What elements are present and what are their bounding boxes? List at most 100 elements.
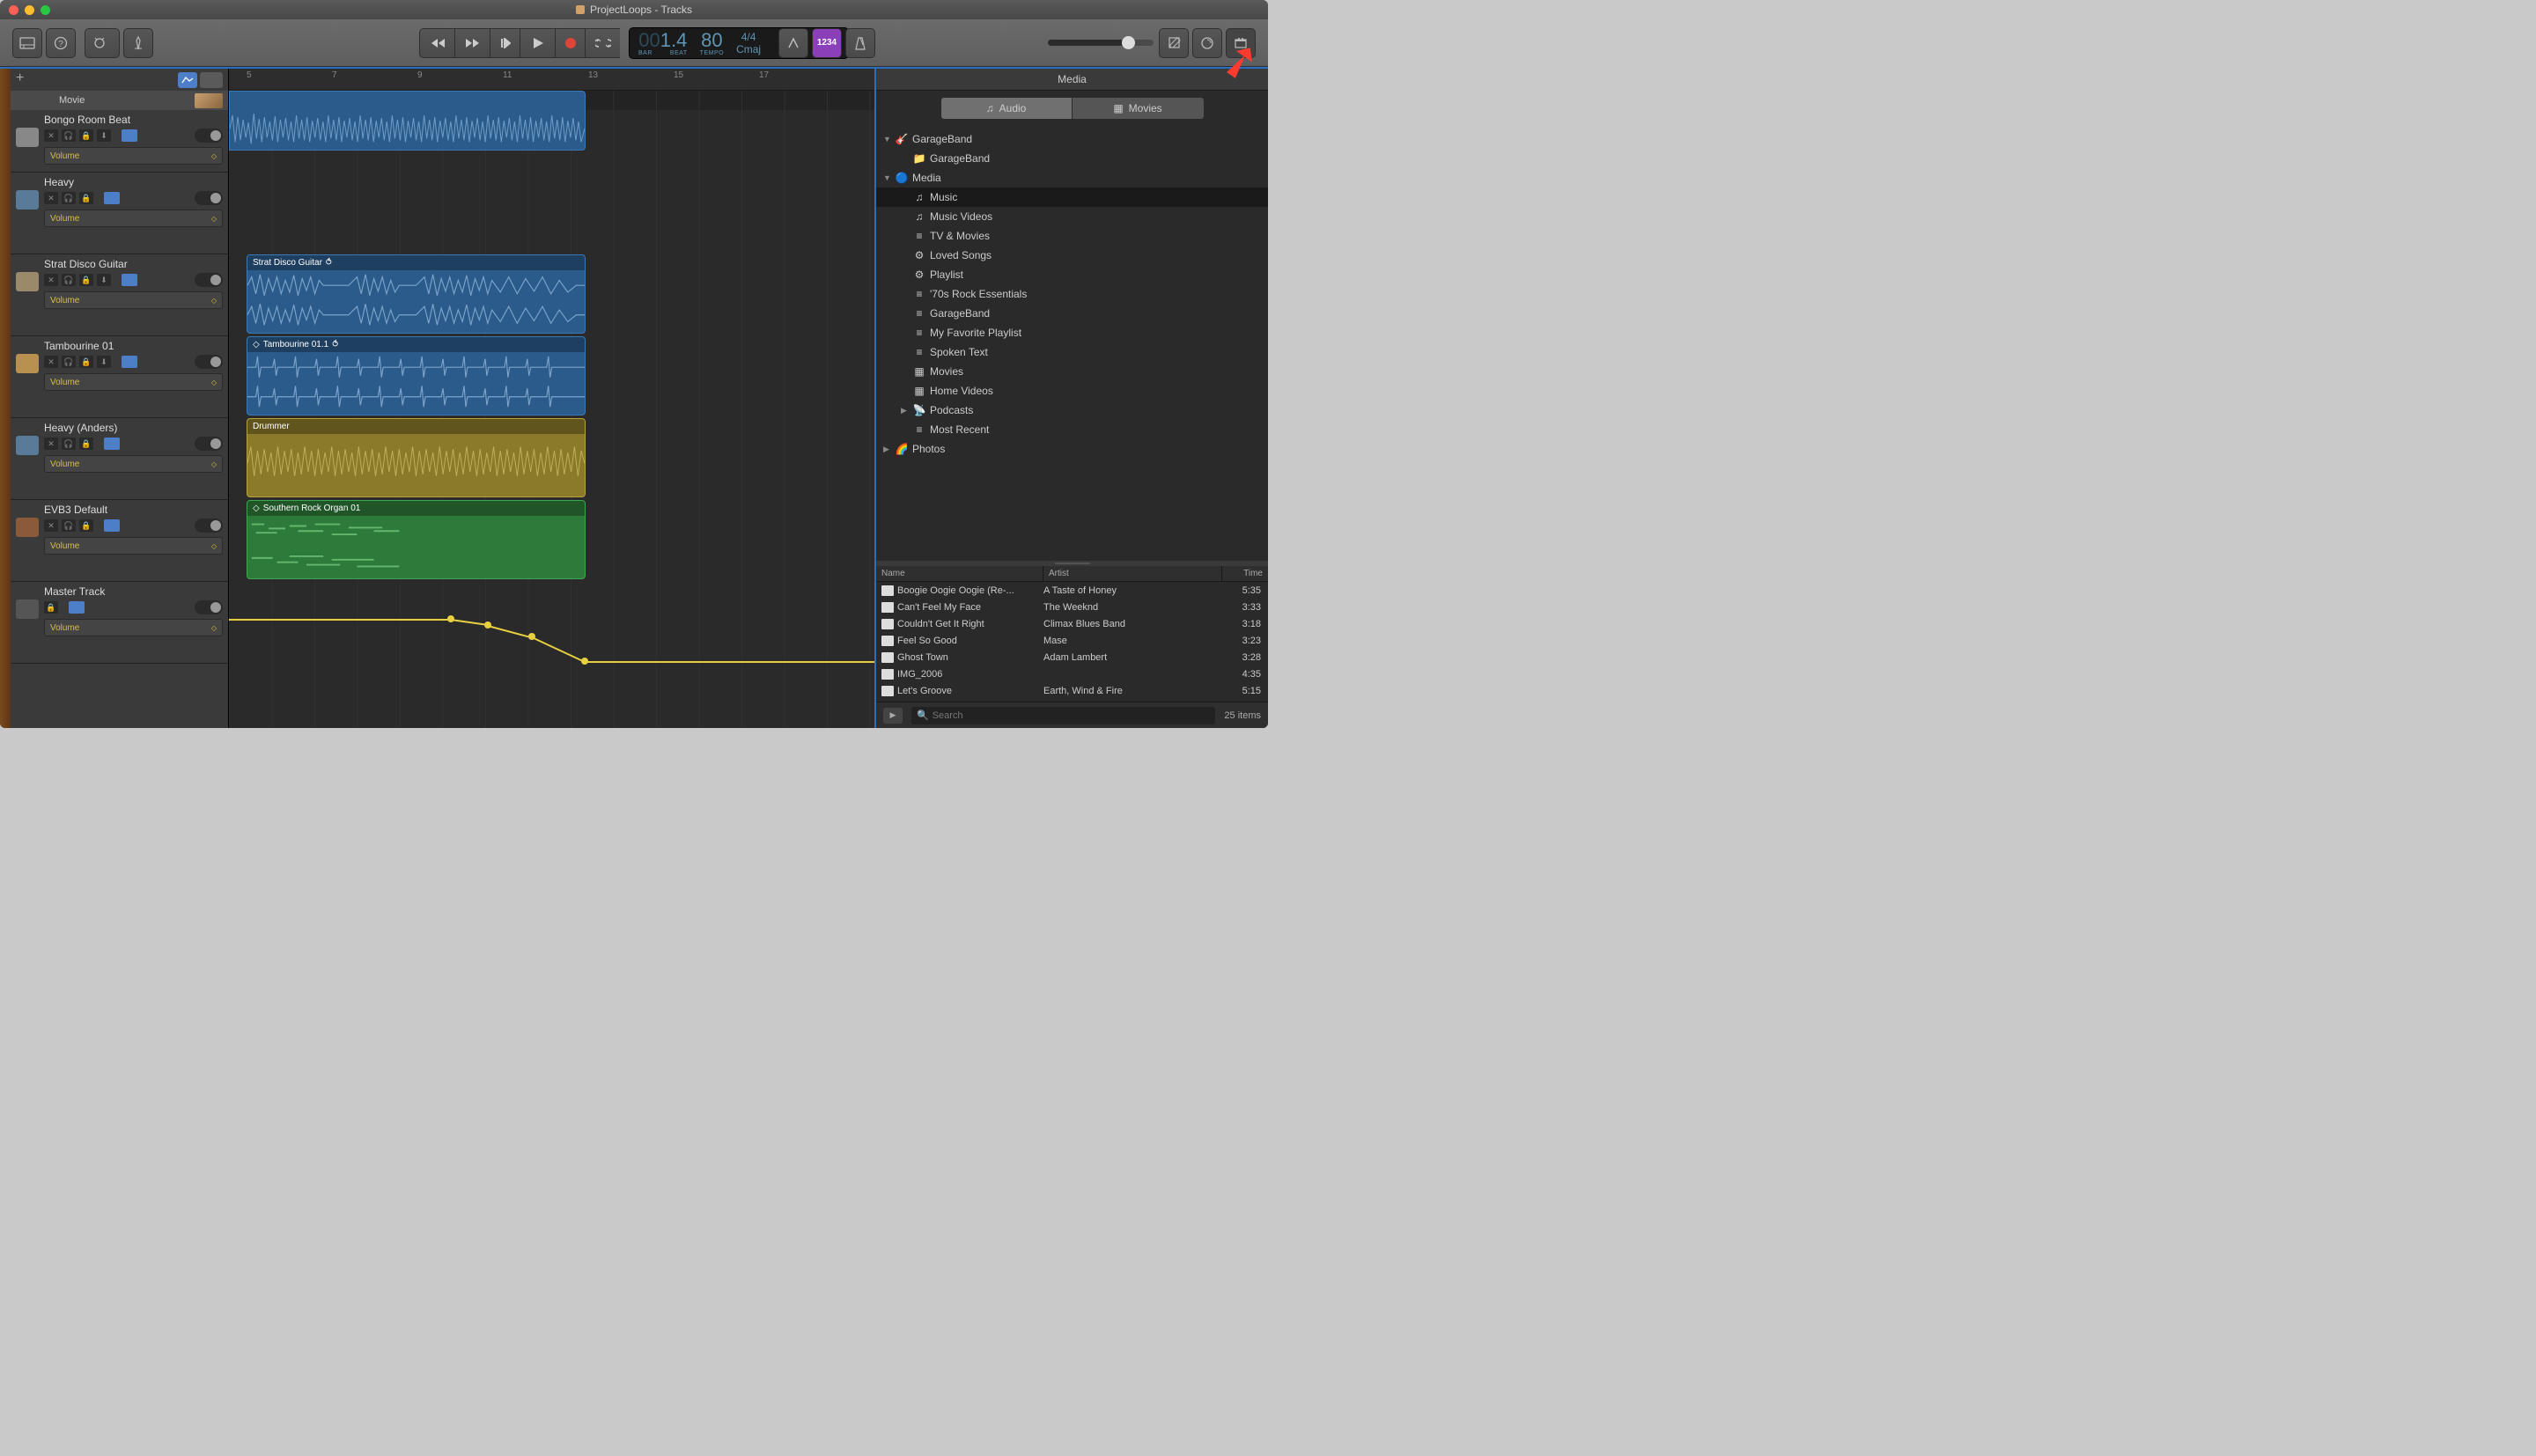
track-header[interactable]: Tambourine 01 ✕🎧 🔒 ⬇ Volume◇ xyxy=(11,336,228,418)
solo-button[interactable]: 🎧 xyxy=(62,192,76,204)
automation-toggle[interactable] xyxy=(178,72,197,88)
track-name[interactable]: Strat Disco Guitar xyxy=(44,258,223,270)
media-row[interactable]: Let's GrooveEarth, Wind & Fire5:15 xyxy=(876,682,1268,699)
countin-button[interactable]: 1234 xyxy=(812,28,842,58)
track-enable-toggle[interactable] xyxy=(195,191,223,205)
track-automation-button[interactable] xyxy=(104,192,120,204)
tree-row[interactable]: ♫Music Videos xyxy=(876,207,1268,226)
tree-row[interactable]: ≡'70s Rock Essentials xyxy=(876,284,1268,304)
track-automation-button[interactable] xyxy=(104,519,120,532)
automation-parameter-menu[interactable]: Volume◇ xyxy=(44,210,223,227)
track-enable-toggle[interactable] xyxy=(195,129,223,143)
tree-row[interactable]: ⚙Playlist xyxy=(876,265,1268,284)
region-tambourine[interactable]: ◇Tambourine 01.1⥀ xyxy=(247,336,586,415)
disclosure-triangle[interactable]: ▼ xyxy=(883,135,891,143)
col-time[interactable]: Time xyxy=(1222,566,1268,581)
automation-parameter-menu[interactable]: Volume◇ xyxy=(44,619,223,636)
mute-button[interactable]: ✕ xyxy=(44,192,58,204)
media-tab-movies[interactable]: ▦Movies xyxy=(1073,97,1205,120)
disclosure-triangle[interactable]: ▶ xyxy=(883,445,891,454)
media-source-tree[interactable]: ▼🎸GarageBand📁GarageBand▼🔵Media♫Music♫Mus… xyxy=(876,126,1268,561)
automation-parameter-menu[interactable]: Volume◇ xyxy=(44,291,223,309)
region-drummer[interactable]: Drummer xyxy=(247,418,586,497)
media-preview-play[interactable]: ▶ xyxy=(883,708,903,724)
lock-button[interactable]: 🔒 xyxy=(79,356,93,368)
lock-button[interactable]: 🔒 xyxy=(79,519,93,532)
window-close[interactable] xyxy=(9,5,18,15)
track-header[interactable]: Strat Disco Guitar ✕🎧 🔒 ⬇ Volume◇ xyxy=(11,254,228,336)
region-strat[interactable]: Strat Disco Guitar⥀ xyxy=(247,254,586,334)
region-organ[interactable]: ◇Southern Rock Organ 01 xyxy=(247,500,586,579)
quickhelp-button[interactable]: ? xyxy=(46,28,76,58)
track-enable-toggle[interactable] xyxy=(195,600,223,614)
track-name[interactable]: EVB3 Default xyxy=(44,504,223,516)
tree-row[interactable]: ▼🎸GarageBand xyxy=(876,129,1268,149)
lock-button[interactable]: 🔒 xyxy=(79,274,93,286)
track-header[interactable]: Heavy (Anders) ✕ 🎧 🔒 Volume◇ xyxy=(11,418,228,500)
track-name[interactable]: Tambourine 01 xyxy=(44,340,223,352)
automation-parameter-menu[interactable]: Volume◇ xyxy=(44,147,223,165)
automation-parameter-menu[interactable]: Volume◇ xyxy=(44,537,223,555)
region-bongo[interactable] xyxy=(229,91,586,151)
tree-row[interactable]: ≡TV & Movies xyxy=(876,226,1268,246)
automation-parameter-menu[interactable]: Volume◇ xyxy=(44,455,223,473)
metronome-button[interactable] xyxy=(845,28,875,58)
tree-row[interactable]: ▶📡Podcasts xyxy=(876,401,1268,420)
input-monitor-button[interactable]: ⬇ xyxy=(97,274,111,286)
mute-button[interactable]: ✕ xyxy=(44,356,58,368)
track-name[interactable]: Master Track xyxy=(44,585,223,598)
mute-button[interactable]: ✕ xyxy=(44,438,58,450)
tree-row[interactable]: ▶🌈Photos xyxy=(876,439,1268,459)
tree-row[interactable]: ♫Music xyxy=(876,188,1268,207)
track-enable-toggle[interactable] xyxy=(195,355,223,369)
lock-button[interactable]: 🔒 xyxy=(79,129,93,142)
track-name[interactable]: Heavy xyxy=(44,176,223,188)
window-minimize[interactable] xyxy=(25,5,34,15)
loop-browser-button[interactable] xyxy=(1192,28,1222,58)
tree-row[interactable]: ▦Movies xyxy=(876,362,1268,381)
master-volume-slider[interactable] xyxy=(1048,40,1154,46)
tuner-button[interactable] xyxy=(778,28,808,58)
movie-track-header[interactable]: Movie xyxy=(11,91,228,110)
record-button[interactable] xyxy=(555,28,585,58)
editor-button[interactable] xyxy=(123,28,153,58)
tree-row[interactable]: ≡Most Recent xyxy=(876,420,1268,439)
solo-button[interactable]: 🎧 xyxy=(62,274,76,286)
col-name[interactable]: Name xyxy=(876,566,1043,581)
tree-row[interactable]: ⚙Loved Songs xyxy=(876,246,1268,265)
tree-row[interactable]: ▦Home Videos xyxy=(876,381,1268,401)
automation-line[interactable] xyxy=(229,619,451,621)
media-row[interactable]: Boogie Oogie Oogie (Re-...A Taste of Hon… xyxy=(876,582,1268,599)
track-enable-toggle[interactable] xyxy=(195,437,223,451)
solo-button[interactable]: 🎧 xyxy=(62,438,76,450)
tree-row[interactable]: ≡GarageBand xyxy=(876,304,1268,323)
window-zoom[interactable] xyxy=(41,5,50,15)
track-name[interactable]: Heavy (Anders) xyxy=(44,422,223,434)
rewind-button[interactable] xyxy=(419,28,454,58)
stop-button[interactable] xyxy=(490,28,520,58)
track-automation-button[interactable] xyxy=(122,129,137,142)
media-row[interactable]: Can't Feel My FaceThe Weeknd3:33 xyxy=(876,599,1268,615)
media-row[interactable]: Feel So GoodMase3:23 xyxy=(876,632,1268,649)
lock-button[interactable]: 🔒 xyxy=(44,601,58,614)
tree-row[interactable]: ≡My Favorite Playlist xyxy=(876,323,1268,342)
play-button[interactable] xyxy=(520,28,555,58)
track-header[interactable]: Heavy ✕ 🎧 🔒 Volume◇ xyxy=(11,173,228,254)
solo-button[interactable]: 🎧 xyxy=(62,356,76,368)
track-header[interactable]: EVB3 Default ✕🎧 🔒 Volume◇ xyxy=(11,500,228,582)
mute-button[interactable]: ✕ xyxy=(44,519,58,532)
automation-parameter-menu[interactable]: Volume◇ xyxy=(44,373,223,391)
lock-button[interactable]: 🔒 xyxy=(79,192,93,204)
track-automation-button[interactable] xyxy=(104,438,120,450)
track-header[interactable]: Bongo Room Beat ✕🎧 🔒 ⬇ Volume◇ xyxy=(11,110,228,173)
media-rows[interactable]: Boogie Oogie Oogie (Re-...A Taste of Hon… xyxy=(876,582,1268,702)
track-automation-button[interactable] xyxy=(122,356,137,368)
lock-button[interactable]: 🔒 xyxy=(79,438,93,450)
disclosure-triangle[interactable]: ▼ xyxy=(883,173,891,182)
disclosure-triangle[interactable]: ▶ xyxy=(901,406,909,415)
cycle-button[interactable] xyxy=(585,28,620,58)
col-artist[interactable]: Artist xyxy=(1043,566,1222,581)
tree-row[interactable]: ≡Spoken Text xyxy=(876,342,1268,362)
smart-controls-button[interactable] xyxy=(85,28,120,58)
media-table-header[interactable]: Name Artist Time xyxy=(876,566,1268,582)
